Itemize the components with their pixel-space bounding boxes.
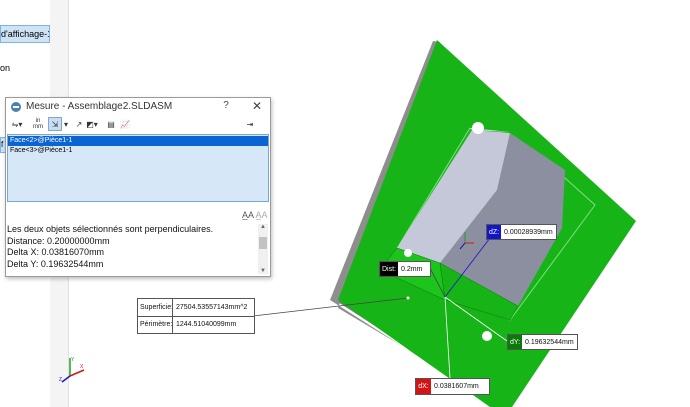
svg-text:Z: Z <box>59 377 62 383</box>
sensor-icon[interactable]: 📈 <box>119 117 131 131</box>
dx-value: 0.0381607mm <box>434 383 479 390</box>
help-button[interactable]: ? <box>220 100 232 111</box>
measure-dialog: Mesure - Assemblage2.SLDASM ? ✕ ⇋▾ in mm … <box>5 97 271 277</box>
xyz-measure-icon[interactable]: ↗ <box>73 117 85 131</box>
dy-value: 0.19632544mm <box>525 338 574 346</box>
dz-callout[interactable]: dZ: 0.00028939mm <box>486 224 557 240</box>
dx-callout[interactable]: dX: 0.0381607mm <box>415 378 490 395</box>
leader-area-dot <box>406 296 410 300</box>
units-precision-icon[interactable]: in mm <box>32 117 44 131</box>
area-label: Superficie: <box>140 304 174 311</box>
pin-icon[interactable]: ⇥ <box>244 117 256 131</box>
list-item[interactable]: Face<2>@Pièce1-1 <box>8 136 268 146</box>
measure-toolbar: ⇋▾ in mm ⇲ ▾ ↗ ◩▾ ▤ 📈 ⇥ <box>6 116 270 132</box>
hole-top <box>472 122 484 134</box>
close-button[interactable]: ✕ <box>250 99 264 113</box>
scroll-down-icon[interactable]: ▼ <box>260 268 266 274</box>
dialog-title: Mesure - Assemblage2.SLDASM <box>26 101 173 112</box>
tree-item-display-state[interactable]: d'affichage-1> <box>0 25 50 43</box>
result-line: Distance: 0.20000000mm <box>7 235 110 246</box>
dist-tag: Dist: <box>380 262 398 276</box>
dy-tag: dY: <box>508 335 522 349</box>
measure-results: Les deux objets sélectionnés sont perpen… <box>7 224 259 274</box>
result-line: Les deux objets sélectionnés sont perpen… <box>7 224 214 234</box>
area-callout[interactable]: Superficie: 27504.53557143mm^2 Périmètre… <box>137 298 255 334</box>
results-scrollbar[interactable]: ▲ ▼ <box>258 224 268 274</box>
result-line: Delta Y: 0.19632544mm <box>7 258 104 269</box>
dist-value: 0.2mm <box>401 265 423 273</box>
measure-tool-icon <box>11 102 21 112</box>
dist-callout[interactable]: Dist: 0.2mm <box>379 261 432 277</box>
tree-item-fragment[interactable]: on <box>0 63 10 73</box>
dz-value: 0.00028939mm <box>504 228 553 236</box>
point-to-point-dropdown-icon[interactable]: ▾ <box>63 117 69 131</box>
dz-tag: dZ: <box>487 225 501 239</box>
perimeter-value: 1244.51040099mm <box>176 321 237 328</box>
text-size-icons[interactable]: A̲A A̲A <box>242 210 268 220</box>
hole-left <box>404 249 412 257</box>
scroll-thumb[interactable] <box>259 237 267 249</box>
hole-bottom <box>482 331 492 341</box>
scroll-up-icon[interactable]: ▲ <box>260 224 266 230</box>
svg-text:X: X <box>80 364 84 370</box>
arc-circle-options-icon[interactable]: ⇋▾ <box>10 117 24 131</box>
dialog-titlebar[interactable]: Mesure - Assemblage2.SLDASM ? ✕ <box>6 98 270 116</box>
point-to-point-icon[interactable]: ⇲ <box>48 117 62 131</box>
selection-list[interactable]: Face<2>@Pièce1-1 Face<3>@Pièce1-1 <box>7 134 269 202</box>
reference-triad-icon[interactable]: Y X Z <box>58 354 88 384</box>
svg-text:Y: Y <box>71 357 75 363</box>
history-icon[interactable]: ▤ <box>105 117 117 131</box>
list-item[interactable]: Face<3>@Pièce1-1 <box>8 146 268 156</box>
area-value: 27504.53557143mm^2 <box>176 304 248 311</box>
perimeter-label: Périmètre: <box>140 321 173 328</box>
projection-icon[interactable]: ◩▾ <box>86 117 98 131</box>
dy-callout[interactable]: dY: 0.19632544mm <box>507 334 578 350</box>
result-line: Delta X: 0.03816070mm <box>7 247 105 257</box>
dx-tag: dX: <box>416 379 431 394</box>
area-separator <box>172 299 173 333</box>
